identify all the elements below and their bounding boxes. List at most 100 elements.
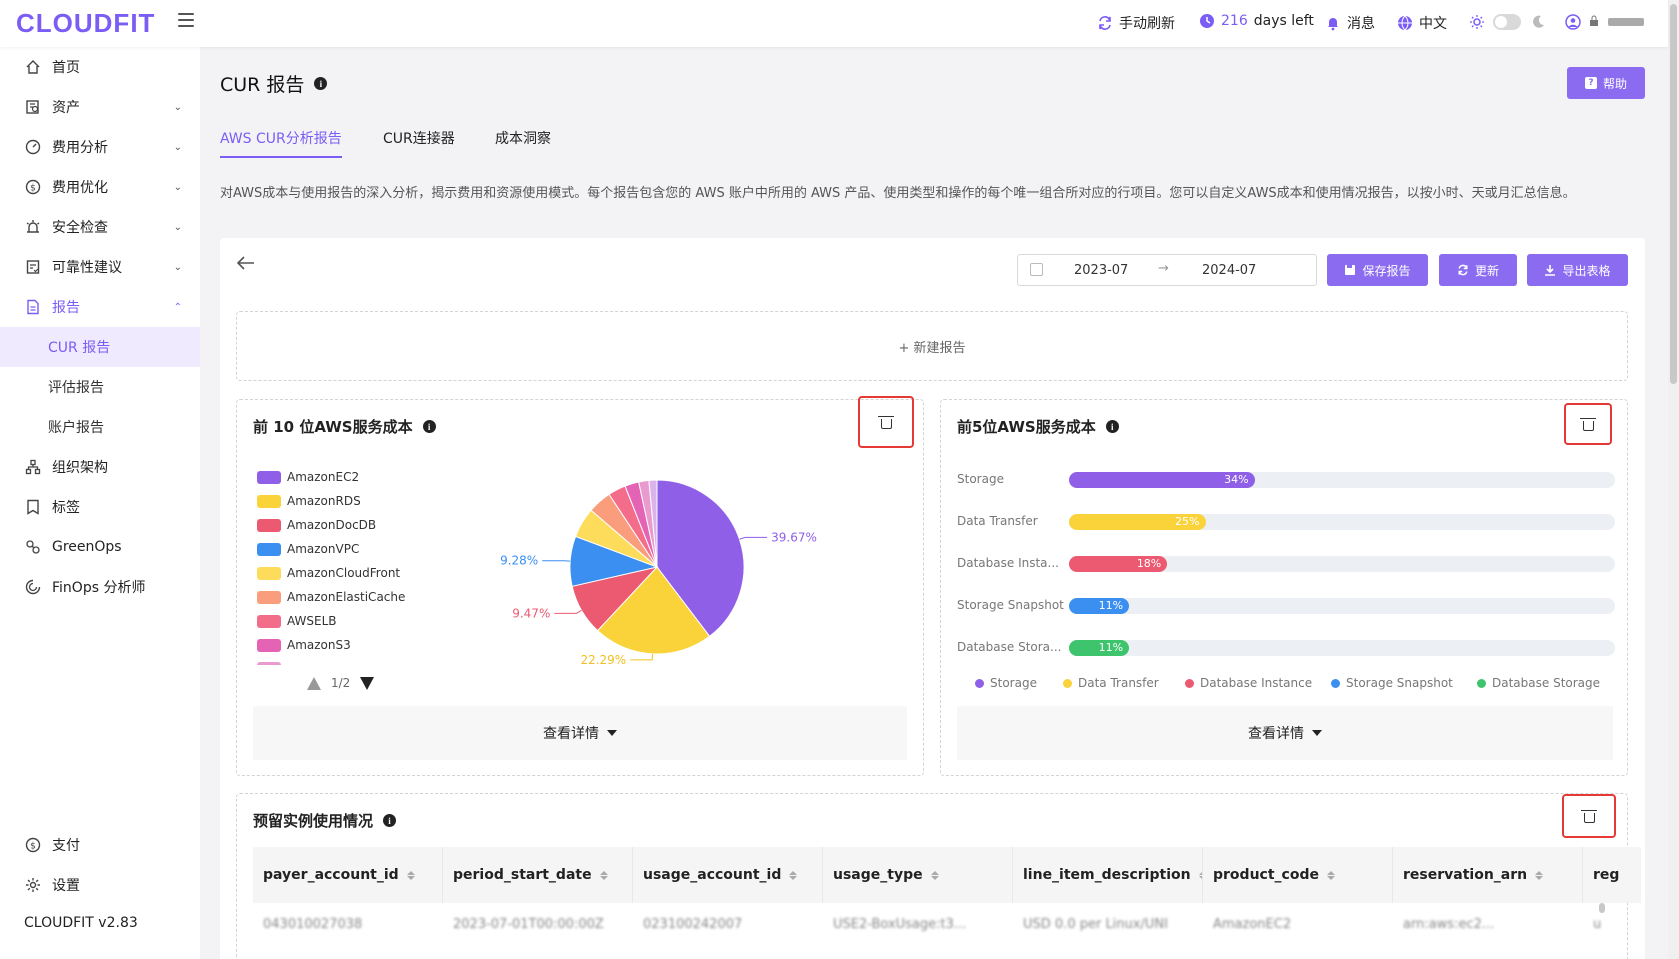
page-scrollbar[interactable] [1668, 0, 1679, 959]
sidebar-subitem-account-report[interactable]: 账户报告 [0, 407, 200, 447]
license-days: 216 days left [1199, 13, 1314, 29]
bar-fill[interactable]: 11% [1069, 598, 1130, 614]
sidebar-item-reliability[interactable]: 可靠性建议 ⌄ [0, 247, 200, 287]
refresh-label: 手动刷新 [1119, 16, 1175, 32]
sidebar-subitem-cur-report[interactable]: CUR 报告 [0, 327, 200, 367]
table-scrollbar[interactable] [1599, 903, 1605, 913]
view-details-button[interactable]: 查看详情 [253, 706, 907, 760]
bar-row[interactable]: Database Stora... 11% [957, 638, 1617, 658]
legend-item[interactable]: AmazonRDS [257, 494, 361, 508]
sidebar-item-cost-analysis[interactable]: 费用分析 ⌄ [0, 127, 200, 167]
bar-fill[interactable]: 11% [1069, 640, 1130, 656]
bar-fill[interactable]: 18% [1069, 556, 1168, 572]
range-arrow-icon: → [1158, 261, 1169, 276]
bar-fill[interactable]: 25% [1069, 514, 1206, 530]
view-details-label: 查看详情 [1248, 726, 1304, 742]
bar-row[interactable]: Storage Snapshot 11% [957, 596, 1617, 616]
user-avatar-icon[interactable] [1565, 14, 1581, 30]
sidebar-item-home[interactable]: 首页 [0, 47, 200, 87]
refresh-button[interactable]: 手动刷新 [1097, 13, 1175, 33]
pie-data-label: 22.29% [580, 653, 626, 667]
language-switch[interactable]: 中文 [1397, 13, 1447, 33]
column-header[interactable]: reservation_arn [1393, 847, 1583, 903]
sort-icon[interactable] [789, 870, 798, 880]
sidebar-item-cost-optimization[interactable]: $ 费用优化 ⌄ [0, 167, 200, 207]
column-header[interactable]: payer_account_id [253, 847, 443, 903]
delete-panel-button[interactable] [1562, 794, 1616, 838]
tab-aws-cur-analysis[interactable]: AWS CUR分析报告 [220, 128, 342, 158]
asset-icon [24, 98, 42, 116]
sort-icon[interactable] [1326, 870, 1335, 880]
sidebar-item-assets[interactable]: 资产 ⌄ [0, 87, 200, 127]
save-icon [1345, 265, 1356, 275]
theme-toggle[interactable] [1493, 14, 1521, 30]
column-header[interactable]: usage_type [823, 847, 1013, 903]
bar-value-label: 25% [1175, 515, 1200, 528]
legend-item[interactable]: AWSELB [257, 614, 337, 628]
logo[interactable]: CLOUDFIT [16, 8, 155, 39]
sidebar-item-greenops[interactable]: GreenOps [0, 527, 200, 567]
column-header[interactable]: line_item_description [1013, 847, 1203, 903]
view-details-button[interactable]: 查看详情 [957, 706, 1613, 760]
sidebar-item-payment[interactable]: $ 支付 [0, 825, 200, 865]
new-report-button[interactable]: + 新建报告 [236, 311, 1628, 381]
date-to[interactable]: 2024-07 [1202, 263, 1256, 278]
menu-toggle-icon[interactable] [178, 13, 194, 27]
table-header: payer_account_id period_start_date usage… [253, 847, 1641, 903]
info-icon[interactable]: i [422, 420, 436, 433]
tab-cur-connector[interactable]: CUR连接器 [383, 128, 455, 148]
back-arrow-icon[interactable] [236, 252, 256, 276]
legend-item[interactable]: AmazonEC2 [257, 470, 359, 484]
export-table-button[interactable]: 导出表格 [1527, 254, 1628, 286]
legend-item[interactable]: AmazonElastiCache [257, 590, 405, 604]
legend-label: AmazonDocDB [287, 518, 377, 532]
legend-item[interactable]: AmazonCloudFront [257, 566, 400, 580]
legend-item[interactable]: Database Storage [1477, 676, 1600, 690]
info-icon[interactable]: i [383, 814, 397, 827]
column-label: period_start_date [453, 867, 592, 883]
delete-panel-button[interactable] [858, 396, 914, 448]
sidebar-item-org[interactable]: 组织架构 [0, 447, 200, 487]
update-button[interactable]: 更新 [1439, 254, 1517, 286]
legend-item[interactable]: AmazonS3 [257, 638, 351, 652]
sort-icon[interactable] [599, 870, 608, 880]
legend-item[interactable]: AmazonVPC [257, 542, 359, 556]
column-header[interactable]: product_code [1203, 847, 1393, 903]
help-button[interactable]: ? 帮助 [1567, 67, 1645, 99]
sidebar-item-reports[interactable]: 报告 ⌃ [0, 287, 200, 327]
table-row[interactable]: 043010027038 2023-07-01T00:00:00Z 023100… [253, 903, 1641, 937]
legend-item[interactable]: Storage Snapshot [1331, 676, 1453, 690]
legend-label: AmazonEC2 [287, 470, 360, 484]
delete-panel-button[interactable] [1564, 403, 1612, 445]
legend-item[interactable]: AmazonDocDB [257, 518, 376, 532]
sidebar-item-settings[interactable]: 设置 [0, 865, 200, 905]
tab-cost-insight[interactable]: 成本洞察 [495, 128, 551, 148]
sort-icon[interactable] [1535, 870, 1544, 880]
sidebar-item-tags[interactable]: 标签 [0, 487, 200, 527]
date-range-picker[interactable]: 2023-07 → 2024-07 [1017, 254, 1317, 286]
sidebar-subitem-assessment-report[interactable]: 评估报告 [0, 367, 200, 407]
save-report-button[interactable]: 保存报告 [1327, 254, 1428, 286]
legend-item[interactable]: Database Instance [1185, 676, 1312, 690]
sidebar-item-finops[interactable]: FinOps 分析师 [0, 567, 200, 607]
messages-button[interactable]: 消息 [1325, 13, 1375, 33]
legend-item[interactable]: Storage [975, 676, 1037, 690]
bar-row[interactable]: Data Transfer 25% [957, 512, 1617, 532]
legend-item[interactable]: Data Transfer [1063, 676, 1159, 690]
sidebar-item-security[interactable]: 安全检查 ⌄ [0, 207, 200, 247]
page-up-icon[interactable] [307, 676, 321, 690]
bar-fill[interactable]: 34% [1069, 472, 1255, 488]
scrollbar-thumb[interactable] [1670, 4, 1677, 384]
sort-icon[interactable] [406, 870, 415, 880]
bar-row[interactable]: Storage 34% [957, 470, 1617, 490]
info-icon[interactable]: i [1105, 420, 1119, 433]
column-header[interactable]: reg [1583, 847, 1641, 903]
date-from[interactable]: 2023-07 [1074, 263, 1128, 278]
page-down-icon[interactable] [360, 676, 375, 690]
column-header[interactable]: usage_account_id [633, 847, 823, 903]
column-header[interactable]: period_start_date [443, 847, 633, 903]
bar-category-label: Storage [957, 472, 1004, 486]
info-icon[interactable]: i [314, 77, 328, 90]
bar-row[interactable]: Database Insta... 18% [957, 554, 1617, 574]
sort-icon[interactable] [930, 870, 939, 880]
